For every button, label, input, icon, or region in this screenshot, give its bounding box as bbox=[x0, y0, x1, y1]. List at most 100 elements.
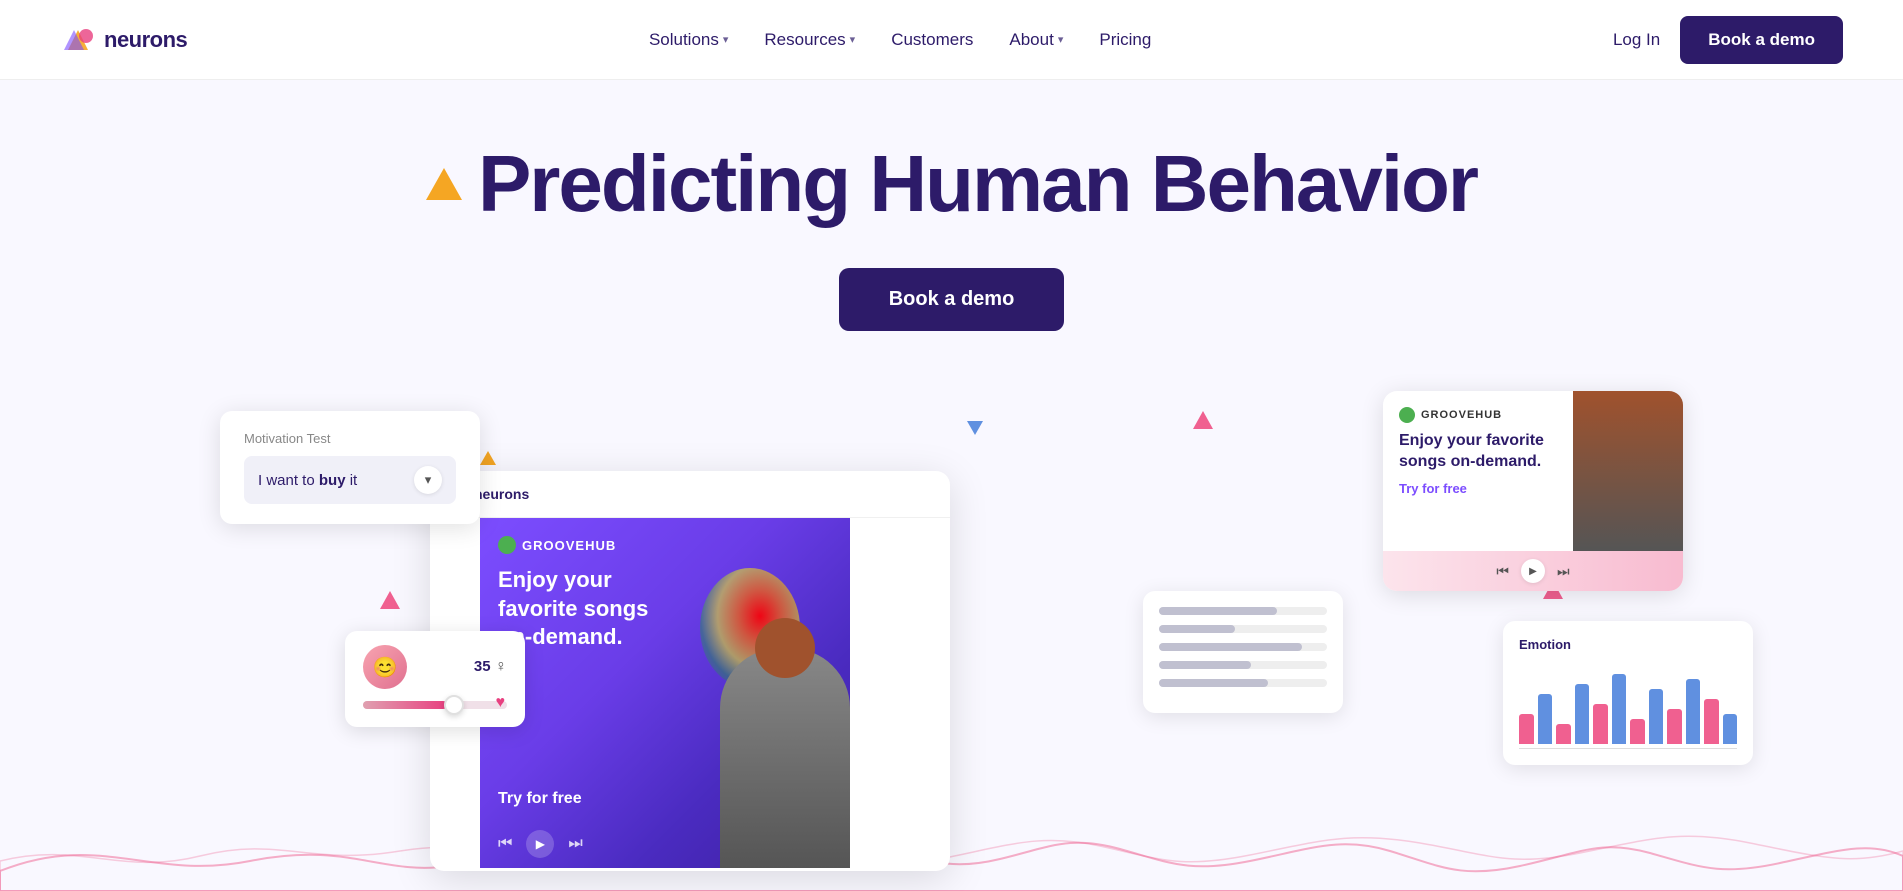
emotion-bar-1 bbox=[1538, 694, 1553, 744]
solutions-link[interactable]: Solutions ▾ bbox=[649, 30, 728, 50]
nav-item-customers[interactable]: Customers bbox=[891, 30, 973, 50]
groovehub-card-text: GROOVEHUB Enjoy your favorite songs on-d… bbox=[1383, 391, 1573, 551]
emotion-bar-8 bbox=[1667, 709, 1682, 744]
hero-title: Predicting Human Behavior bbox=[478, 140, 1477, 228]
groovehub-inner-heading: Enjoy your favorite songs on-demand. bbox=[498, 566, 678, 652]
ghc-skip-back-icon[interactable]: ⏮ bbox=[1496, 563, 1509, 580]
emotion-card-title: Emotion bbox=[1519, 637, 1737, 652]
skip-back-icon[interactable]: ⏮ bbox=[498, 835, 512, 853]
book-demo-nav-button[interactable]: Book a demo bbox=[1680, 16, 1843, 64]
metric-bar-track-0 bbox=[1159, 607, 1327, 615]
nav-actions: Log In Book a demo bbox=[1613, 16, 1843, 64]
product-logo-text: neurons bbox=[474, 486, 529, 502]
metric-bars-container bbox=[1159, 607, 1327, 687]
user-age-gender: 35 ♀ bbox=[474, 658, 507, 676]
emotion-bar-0 bbox=[1519, 714, 1534, 744]
pricing-link[interactable]: Pricing bbox=[1099, 30, 1151, 50]
hero-section: Predicting Human Behavior Book a demo Mo… bbox=[0, 80, 1903, 891]
hero-title-wrapper: Predicting Human Behavior bbox=[426, 140, 1477, 228]
motivation-dropdown[interactable]: I want to buy it ▾ bbox=[244, 456, 456, 504]
ghc-play-button[interactable]: ▶ bbox=[1521, 559, 1545, 583]
metric-bar-row-1 bbox=[1159, 625, 1327, 633]
groovehub-card-cta[interactable]: Try for free bbox=[1399, 481, 1557, 496]
groovehub-card-brand: GROOVEHUB bbox=[1399, 407, 1557, 423]
groovehub-card: GROOVEHUB Enjoy your favorite songs on-d… bbox=[1383, 391, 1683, 591]
metric-bar-row-2 bbox=[1159, 643, 1327, 651]
user-card: 😊 35 ♀ ♥ bbox=[345, 631, 525, 727]
groovehub-card-person bbox=[1573, 391, 1683, 551]
heart-icon: ♥ bbox=[496, 694, 506, 712]
groovehub-inner-brand-name: GROOVEHUB bbox=[522, 538, 616, 553]
emotion-bar-2 bbox=[1556, 724, 1571, 744]
hero-cta: Book a demo bbox=[839, 268, 1065, 331]
emotion-bar-4 bbox=[1593, 704, 1608, 744]
groovehub-card-image bbox=[1573, 391, 1683, 551]
groovehub-card-brand-name: GROOVEHUB bbox=[1421, 409, 1502, 421]
book-demo-hero-button[interactable]: Book a demo bbox=[839, 268, 1065, 331]
emotion-bar-9 bbox=[1686, 679, 1701, 744]
person-body bbox=[720, 648, 850, 868]
deco-triangle-pink-1 bbox=[380, 591, 400, 609]
groovehub-card-controls: ⏮ ▶ ⏭ bbox=[1383, 551, 1683, 591]
motivation-card: Motivation Test I want to buy it ▾ bbox=[220, 411, 480, 524]
nav-item-resources[interactable]: Resources ▾ bbox=[764, 30, 855, 50]
groovehub-card-heading: Enjoy your favorite songs on-demand. bbox=[1399, 431, 1557, 473]
groovehub-card-dot-icon bbox=[1399, 407, 1415, 423]
metric-bar-track-2 bbox=[1159, 643, 1327, 651]
dropdown-chevron-icon: ▾ bbox=[414, 466, 442, 494]
emotion-bar-7 bbox=[1649, 689, 1664, 744]
resources-link[interactable]: Resources ▾ bbox=[764, 30, 855, 50]
nav-links: Solutions ▾ Resources ▾ Customers About … bbox=[649, 30, 1151, 50]
nav-item-about[interactable]: About ▾ bbox=[1009, 30, 1063, 50]
emotion-bar-10 bbox=[1704, 699, 1719, 744]
solutions-chevron: ▾ bbox=[723, 33, 729, 46]
user-age: 35 bbox=[474, 658, 491, 675]
nav-item-pricing[interactable]: Pricing bbox=[1099, 30, 1151, 50]
metric-bar-row-4 bbox=[1159, 679, 1327, 687]
waveform-svg bbox=[0, 791, 1903, 891]
logo[interactable]: neurons bbox=[60, 22, 187, 58]
user-avatar: 😊 bbox=[363, 645, 407, 689]
motivation-text: I want to buy it bbox=[258, 472, 357, 489]
about-link[interactable]: About ▾ bbox=[1009, 30, 1063, 50]
emotion-bar-6 bbox=[1630, 719, 1645, 744]
person-silhouette bbox=[720, 648, 850, 868]
product-screenshot-header: neurons bbox=[430, 471, 950, 518]
groovehub-dot-icon bbox=[498, 536, 516, 554]
emotion-card: Emotion bbox=[1503, 621, 1753, 765]
emotion-chart bbox=[1519, 664, 1737, 744]
metric-bar-row-0 bbox=[1159, 607, 1327, 615]
metric-bar-fill-3 bbox=[1159, 661, 1251, 669]
metric-bar-fill-2 bbox=[1159, 643, 1302, 651]
metric-bar-fill-4 bbox=[1159, 679, 1268, 687]
user-slider[interactable]: ♥ bbox=[363, 701, 507, 709]
deco-triangle-blue-1 bbox=[967, 421, 983, 435]
emotion-chart-baseline bbox=[1519, 748, 1737, 749]
motivation-card-label: Motivation Test bbox=[244, 431, 456, 446]
slider-fill bbox=[363, 701, 447, 709]
triangle-accent-icon bbox=[426, 168, 462, 200]
metric-bar-track-4 bbox=[1159, 679, 1327, 687]
metric-bar-track-3 bbox=[1159, 661, 1327, 669]
groovehub-card-content: GROOVEHUB Enjoy your favorite songs on-d… bbox=[1383, 391, 1683, 551]
ghc-skip-forward-icon[interactable]: ⏭ bbox=[1557, 563, 1570, 580]
about-chevron: ▾ bbox=[1058, 33, 1064, 46]
navbar: neurons Solutions ▾ Resources ▾ Customer… bbox=[0, 0, 1903, 80]
gender-icon: ♀ bbox=[495, 658, 507, 675]
slider-thumb bbox=[444, 695, 464, 715]
logo-icon bbox=[60, 22, 96, 58]
skip-forward-icon[interactable]: ⏭ bbox=[568, 835, 582, 853]
person-head bbox=[755, 618, 815, 678]
groovehub-inner-brand-label: GROOVEHUB bbox=[498, 536, 616, 554]
emotion-bar-11 bbox=[1723, 714, 1738, 744]
groovehub-ad-inner: GROOVEHUB Enjoy your favorite songs on-d… bbox=[480, 518, 850, 868]
customers-link[interactable]: Customers bbox=[891, 30, 973, 50]
login-button[interactable]: Log In bbox=[1613, 30, 1660, 50]
deco-triangle-pink-2 bbox=[1193, 411, 1213, 429]
metrics-card bbox=[1143, 591, 1343, 713]
groovehub-inner-cta[interactable]: Try for free bbox=[498, 790, 582, 808]
play-button[interactable]: ▶ bbox=[526, 830, 554, 858]
metric-bar-row-3 bbox=[1159, 661, 1327, 669]
nav-item-solutions[interactable]: Solutions ▾ bbox=[649, 30, 728, 50]
emotion-bar-3 bbox=[1575, 684, 1590, 744]
